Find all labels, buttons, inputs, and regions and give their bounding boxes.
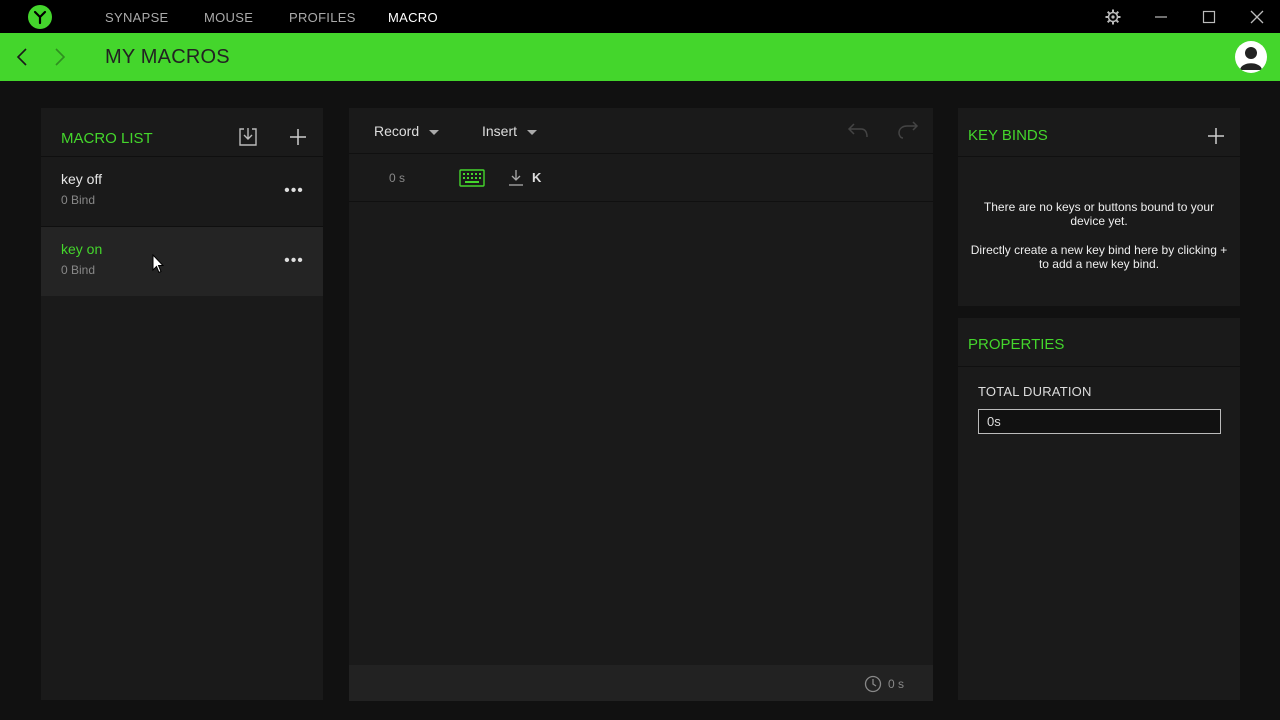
key-binds-panel: KEY BINDS There are no keys or buttons b… bbox=[958, 108, 1240, 306]
key-binds-title: KEY BINDS bbox=[968, 127, 1048, 144]
total-time: 0 s bbox=[888, 677, 905, 691]
total-duration-label: TOTAL DURATION bbox=[978, 384, 1092, 399]
mouse-cursor-icon bbox=[152, 253, 165, 279]
forward-arrow-icon[interactable] bbox=[50, 46, 70, 68]
keyboard-icon bbox=[459, 169, 485, 192]
add-key-bind-plus-icon[interactable] bbox=[1206, 126, 1226, 146]
razer-logo-icon[interactable] bbox=[28, 5, 52, 29]
close-icon[interactable] bbox=[1248, 8, 1266, 26]
no-binds-message: There are no keys or buttons bound to yo… bbox=[983, 200, 1215, 228]
page-title: MY MACROS bbox=[105, 46, 230, 68]
add-macro-plus-icon[interactable] bbox=[288, 127, 308, 147]
more-options-icon[interactable]: ••• bbox=[284, 181, 304, 201]
page-header: MY MACROS bbox=[0, 33, 1280, 81]
tab-mouse[interactable]: MOUSE bbox=[204, 10, 253, 25]
macro-name: key off bbox=[61, 171, 102, 187]
editor-footer: 0 s bbox=[349, 665, 933, 701]
macro-bind-count: 0 Bind bbox=[61, 263, 96, 277]
key-press-down-icon bbox=[508, 169, 524, 192]
event-key-label: K bbox=[532, 170, 542, 185]
record-dropdown[interactable]: Record bbox=[374, 123, 440, 139]
chevron-down-icon bbox=[527, 129, 538, 135]
total-duration-input[interactable] bbox=[978, 409, 1221, 434]
macro-editor-panel: Record Insert 0 s K bbox=[349, 108, 933, 665]
properties-title: PROPERTIES bbox=[968, 336, 1065, 353]
undo-icon[interactable] bbox=[846, 119, 870, 141]
user-avatar-icon[interactable] bbox=[1235, 41, 1267, 73]
macro-event-row[interactable]: 0 s K bbox=[349, 154, 933, 202]
tab-synapse[interactable]: SYNAPSE bbox=[105, 10, 169, 25]
event-delay: 0 s bbox=[389, 171, 406, 185]
macro-list-panel: MACRO LIST key off 0 Bind ••• key on 0 B… bbox=[41, 108, 323, 700]
back-arrow-icon[interactable] bbox=[12, 46, 32, 68]
chevron-down-icon bbox=[429, 129, 440, 135]
record-label: Record bbox=[374, 123, 420, 139]
settings-gear-icon[interactable] bbox=[1104, 8, 1122, 26]
properties-panel: PROPERTIES TOTAL DURATION bbox=[958, 318, 1240, 700]
editor-toolbar: Record Insert bbox=[349, 108, 933, 154]
macro-list-title: MACRO LIST bbox=[61, 130, 153, 147]
insert-dropdown[interactable]: Insert bbox=[482, 123, 538, 139]
tab-profiles[interactable]: PROFILES bbox=[289, 10, 356, 25]
macro-name: key on bbox=[61, 241, 103, 257]
macro-list-item-key-off[interactable]: key off 0 Bind ••• bbox=[41, 156, 323, 226]
minimize-icon[interactable] bbox=[1152, 8, 1170, 26]
more-options-icon[interactable]: ••• bbox=[284, 251, 304, 271]
divider bbox=[958, 366, 1240, 367]
create-bind-hint: Directly create a new key bind here by c… bbox=[970, 243, 1228, 271]
divider bbox=[958, 156, 1240, 157]
clock-icon bbox=[864, 675, 882, 698]
insert-label: Insert bbox=[482, 123, 518, 139]
title-bar: SYNAPSE MOUSE PROFILES MACRO bbox=[0, 0, 1280, 33]
macro-list-item-key-on[interactable]: key on 0 Bind ••• bbox=[41, 226, 323, 296]
macro-bind-count: 0 Bind bbox=[61, 193, 96, 207]
tab-macro[interactable]: MACRO bbox=[388, 10, 438, 25]
maximize-icon[interactable] bbox=[1200, 8, 1218, 26]
import-download-icon[interactable] bbox=[237, 126, 259, 148]
redo-icon[interactable] bbox=[896, 119, 920, 141]
